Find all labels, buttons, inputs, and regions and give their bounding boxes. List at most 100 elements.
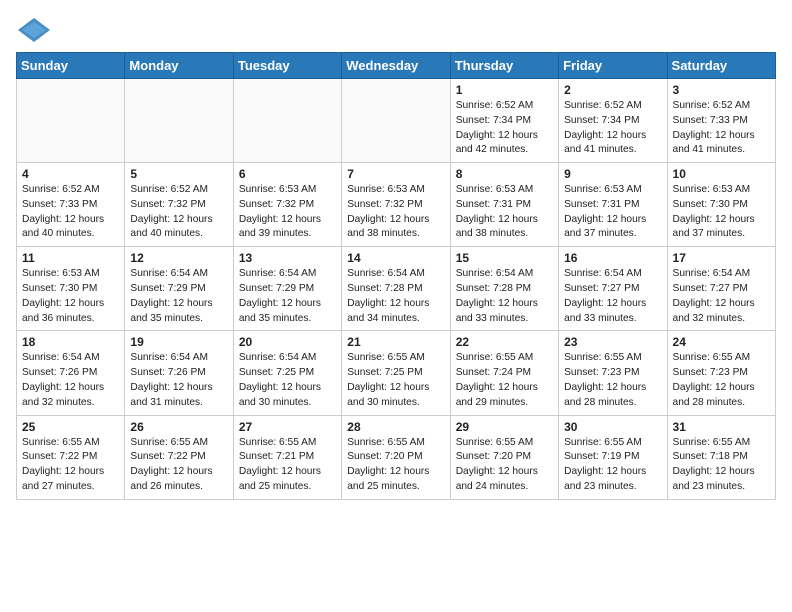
day-number: 9	[564, 167, 661, 181]
day-info: Sunrise: 6:53 AM Sunset: 7:31 PM Dayligh…	[456, 183, 553, 242]
day-number: 22	[456, 335, 553, 349]
day-info: Sunrise: 6:54 AM Sunset: 7:26 PM Dayligh…	[130, 351, 227, 410]
day-number: 25	[22, 420, 119, 434]
day-of-week-header: Thursday	[450, 53, 558, 79]
day-info: Sunrise: 6:54 AM Sunset: 7:25 PM Dayligh…	[239, 351, 336, 410]
calendar-day-cell	[342, 79, 450, 163]
day-info: Sunrise: 6:53 AM Sunset: 7:30 PM Dayligh…	[22, 267, 119, 326]
day-info: Sunrise: 6:55 AM Sunset: 7:23 PM Dayligh…	[564, 351, 661, 410]
calendar-day-cell	[125, 79, 233, 163]
day-number: 1	[456, 83, 553, 97]
day-number: 7	[347, 167, 444, 181]
calendar-day-cell	[233, 79, 341, 163]
day-number: 21	[347, 335, 444, 349]
calendar-day-cell: 29 Sunrise: 6:55 AM Sunset: 7:20 PM Dayli…	[450, 415, 558, 499]
calendar-day-cell: 22 Sunrise: 6:55 AM Sunset: 7:24 PM Dayli…	[450, 331, 558, 415]
day-info: Sunrise: 6:55 AM Sunset: 7:25 PM Dayligh…	[347, 351, 444, 410]
calendar-day-cell: 4 Sunrise: 6:52 AM Sunset: 7:33 PM Daylig…	[17, 163, 125, 247]
day-info: Sunrise: 6:55 AM Sunset: 7:20 PM Dayligh…	[456, 436, 553, 495]
day-of-week-header: Saturday	[667, 53, 775, 79]
day-of-week-header: Friday	[559, 53, 667, 79]
calendar-week-row: 18 Sunrise: 6:54 AM Sunset: 7:26 PM Dayli…	[17, 331, 776, 415]
day-number: 10	[673, 167, 770, 181]
day-number: 2	[564, 83, 661, 97]
day-info: Sunrise: 6:54 AM Sunset: 7:29 PM Dayligh…	[130, 267, 227, 326]
day-number: 4	[22, 167, 119, 181]
calendar-day-cell: 3Sunrise: 6:52 AM Sunset: 7:33 PM Daylig…	[667, 79, 775, 163]
day-number: 18	[22, 335, 119, 349]
day-number: 31	[673, 420, 770, 434]
day-info: Sunrise: 6:54 AM Sunset: 7:28 PM Dayligh…	[347, 267, 444, 326]
calendar-day-cell: 15 Sunrise: 6:54 AM Sunset: 7:28 PM Dayli…	[450, 247, 558, 331]
day-info: Sunrise: 6:52 AM Sunset: 7:33 PM Dayligh…	[22, 183, 119, 242]
calendar-day-cell: 12 Sunrise: 6:54 AM Sunset: 7:29 PM Dayli…	[125, 247, 233, 331]
day-number: 5	[130, 167, 227, 181]
day-info: Sunrise: 6:55 AM Sunset: 7:22 PM Dayligh…	[130, 436, 227, 495]
day-info: Sunrise: 6:52 AM Sunset: 7:34 PM Dayligh…	[456, 99, 553, 158]
calendar-week-row: 25 Sunrise: 6:55 AM Sunset: 7:22 PM Dayli…	[17, 415, 776, 499]
calendar-day-cell: 19 Sunrise: 6:54 AM Sunset: 7:26 PM Dayli…	[125, 331, 233, 415]
day-number: 15	[456, 251, 553, 265]
day-info: Sunrise: 6:52 AM Sunset: 7:32 PM Dayligh…	[130, 183, 227, 242]
day-of-week-header: Monday	[125, 53, 233, 79]
calendar-day-cell: 1 Sunrise: 6:52 AM Sunset: 7:34 PM Daylig…	[450, 79, 558, 163]
calendar-week-row: 1 Sunrise: 6:52 AM Sunset: 7:34 PM Daylig…	[17, 79, 776, 163]
day-number: 23	[564, 335, 661, 349]
day-number: 11	[22, 251, 119, 265]
day-number: 17	[673, 251, 770, 265]
day-info: Sunrise: 6:55 AM Sunset: 7:21 PM Dayligh…	[239, 436, 336, 495]
day-info: Sunrise: 6:55 AM Sunset: 7:24 PM Dayligh…	[456, 351, 553, 410]
calendar-day-cell	[17, 79, 125, 163]
calendar-day-cell: 20 Sunrise: 6:54 AM Sunset: 7:25 PM Dayli…	[233, 331, 341, 415]
calendar-day-cell: 17 Sunrise: 6:54 AM Sunset: 7:27 PM Dayli…	[667, 247, 775, 331]
day-number: 14	[347, 251, 444, 265]
day-info: Sunrise: 6:54 AM Sunset: 7:29 PM Dayligh…	[239, 267, 336, 326]
calendar-day-cell: 26Sunrise: 6:55 AM Sunset: 7:22 PM Dayli…	[125, 415, 233, 499]
calendar-day-cell: 21 Sunrise: 6:55 AM Sunset: 7:25 PM Dayli…	[342, 331, 450, 415]
day-info: Sunrise: 6:54 AM Sunset: 7:28 PM Dayligh…	[456, 267, 553, 326]
calendar-day-cell: 30Sunrise: 6:55 AM Sunset: 7:19 PM Dayli…	[559, 415, 667, 499]
day-number: 28	[347, 420, 444, 434]
day-info: Sunrise: 6:55 AM Sunset: 7:20 PM Dayligh…	[347, 436, 444, 495]
calendar-day-cell: 23 Sunrise: 6:55 AM Sunset: 7:23 PM Dayli…	[559, 331, 667, 415]
day-info: Sunrise: 6:55 AM Sunset: 7:23 PM Dayligh…	[673, 351, 770, 410]
day-info: Sunrise: 6:54 AM Sunset: 7:27 PM Dayligh…	[564, 267, 661, 326]
calendar-week-row: 4 Sunrise: 6:52 AM Sunset: 7:33 PM Daylig…	[17, 163, 776, 247]
calendar-day-cell: 13 Sunrise: 6:54 AM Sunset: 7:29 PM Dayli…	[233, 247, 341, 331]
calendar-day-cell: 14 Sunrise: 6:54 AM Sunset: 7:28 PM Dayli…	[342, 247, 450, 331]
day-number: 8	[456, 167, 553, 181]
day-number: 16	[564, 251, 661, 265]
day-number: 12	[130, 251, 227, 265]
day-number: 27	[239, 420, 336, 434]
calendar-day-cell: 16 Sunrise: 6:54 AM Sunset: 7:27 PM Dayli…	[559, 247, 667, 331]
calendar-header-row: SundayMondayTuesdayWednesdayThursdayFrid…	[17, 53, 776, 79]
day-info: Sunrise: 6:55 AM Sunset: 7:22 PM Dayligh…	[22, 436, 119, 495]
calendar-week-row: 11 Sunrise: 6:53 AM Sunset: 7:30 PM Dayli…	[17, 247, 776, 331]
day-info: Sunrise: 6:54 AM Sunset: 7:27 PM Dayligh…	[673, 267, 770, 326]
calendar-day-cell: 5 Sunrise: 6:52 AM Sunset: 7:32 PM Daylig…	[125, 163, 233, 247]
calendar-day-cell: 27 Sunrise: 6:55 AM Sunset: 7:21 PM Dayli…	[233, 415, 341, 499]
day-of-week-header: Wednesday	[342, 53, 450, 79]
day-number: 29	[456, 420, 553, 434]
day-info: Sunrise: 6:54 AM Sunset: 7:26 PM Dayligh…	[22, 351, 119, 410]
calendar-day-cell: 8 Sunrise: 6:53 AM Sunset: 7:31 PM Daylig…	[450, 163, 558, 247]
day-info: Sunrise: 6:53 AM Sunset: 7:32 PM Dayligh…	[239, 183, 336, 242]
calendar-day-cell: 28 Sunrise: 6:55 AM Sunset: 7:20 PM Dayli…	[342, 415, 450, 499]
header	[16, 16, 776, 44]
calendar-day-cell: 6Sunrise: 6:53 AM Sunset: 7:32 PM Daylig…	[233, 163, 341, 247]
day-number: 19	[130, 335, 227, 349]
calendar-day-cell: 24 Sunrise: 6:55 AM Sunset: 7:23 PM Dayli…	[667, 331, 775, 415]
general-blue-icon	[16, 16, 52, 44]
day-number: 13	[239, 251, 336, 265]
day-info: Sunrise: 6:53 AM Sunset: 7:30 PM Dayligh…	[673, 183, 770, 242]
calendar-day-cell: 25 Sunrise: 6:55 AM Sunset: 7:22 PM Dayli…	[17, 415, 125, 499]
calendar-table: SundayMondayTuesdayWednesdayThursdayFrid…	[16, 52, 776, 500]
calendar-day-cell: 18 Sunrise: 6:54 AM Sunset: 7:26 PM Dayli…	[17, 331, 125, 415]
day-info: Sunrise: 6:53 AM Sunset: 7:32 PM Dayligh…	[347, 183, 444, 242]
day-info: Sunrise: 6:52 AM Sunset: 7:33 PM Dayligh…	[673, 99, 770, 158]
day-number: 20	[239, 335, 336, 349]
calendar-day-cell: 11 Sunrise: 6:53 AM Sunset: 7:30 PM Dayli…	[17, 247, 125, 331]
calendar-day-cell: 2Sunrise: 6:52 AM Sunset: 7:34 PM Daylig…	[559, 79, 667, 163]
day-number: 24	[673, 335, 770, 349]
logo	[16, 16, 56, 44]
